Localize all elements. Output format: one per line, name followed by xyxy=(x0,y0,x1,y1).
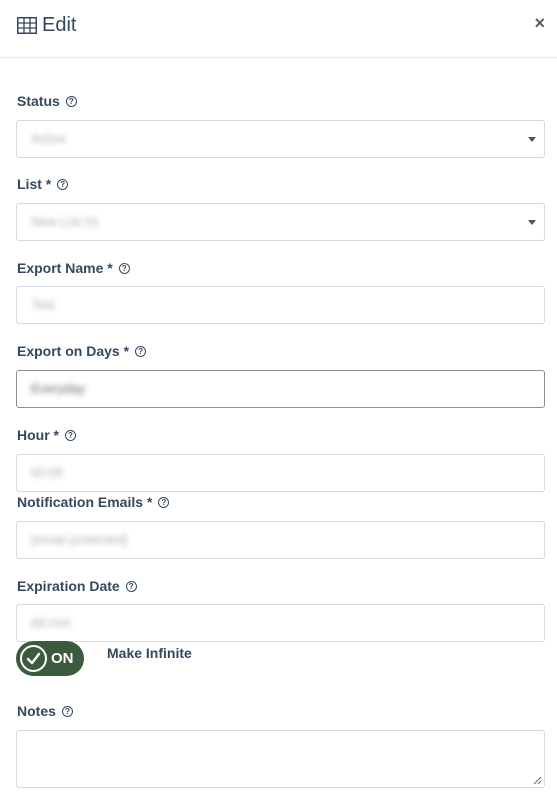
export-name-input[interactable]: Test xyxy=(16,286,545,324)
hour-input[interactable]: 00:00 xyxy=(16,454,545,492)
table-icon xyxy=(17,17,37,34)
export-days-value: Everyday xyxy=(31,381,86,396)
export-name-label: Export Name * ? xyxy=(17,260,130,276)
expiration-date-label-text: Expiration Date xyxy=(17,578,120,594)
expiration-date-input[interactable]: dd.mm xyxy=(16,604,545,642)
make-infinite-label: Make Infinite xyxy=(107,645,192,661)
help-icon[interactable]: ? xyxy=(65,95,77,107)
notification-emails-label: Notification Emails * ? xyxy=(17,494,170,510)
help-icon[interactable]: ? xyxy=(158,496,170,508)
help-icon[interactable]: ? xyxy=(61,705,73,717)
notification-emails-input[interactable]: [email protected] xyxy=(16,521,545,559)
modal-title: Edit xyxy=(42,14,77,36)
hour-label: Hour * ? xyxy=(17,427,76,443)
notification-emails-value: [email protected] xyxy=(31,532,128,547)
list-select-value: New List 01 xyxy=(31,214,99,229)
hour-value: 00:00 xyxy=(31,465,64,480)
status-label-text: Status xyxy=(17,93,60,109)
list-label-text: List * xyxy=(17,176,52,192)
check-icon xyxy=(20,645,47,672)
list-select[interactable]: New List 01 xyxy=(16,203,545,241)
expiration-date-label: Expiration Date ? xyxy=(17,578,137,594)
chevron-down-icon xyxy=(528,220,536,225)
notes-label-text: Notes xyxy=(17,703,56,719)
list-label: List * ? xyxy=(17,176,69,192)
export-days-label: Export on Days * ? xyxy=(17,343,147,359)
export-name-label-text: Export Name * xyxy=(17,260,113,276)
help-icon[interactable]: ? xyxy=(57,178,69,190)
export-name-value: Test xyxy=(31,297,55,312)
status-label: Status ? xyxy=(17,93,77,109)
expiration-date-value: dd.mm xyxy=(31,615,71,630)
help-icon[interactable]: ? xyxy=(125,580,137,592)
notes-textarea[interactable] xyxy=(16,730,545,788)
status-select[interactable]: Active xyxy=(16,120,545,158)
export-days-select[interactable]: Everyday xyxy=(16,370,545,408)
export-days-label-text: Export on Days * xyxy=(17,343,130,359)
help-icon[interactable]: ? xyxy=(118,262,130,274)
notification-emails-label-text: Notification Emails * xyxy=(17,494,153,510)
resize-handle-icon[interactable] xyxy=(533,776,542,785)
help-icon[interactable]: ? xyxy=(65,429,76,441)
chevron-down-icon xyxy=(528,137,536,142)
status-select-value: Active xyxy=(31,131,67,146)
make-infinite-toggle[interactable]: ON xyxy=(16,641,84,676)
modal-header: Edit × xyxy=(0,0,557,58)
help-icon[interactable]: ? xyxy=(135,345,147,357)
hour-label-text: Hour * xyxy=(17,427,59,443)
notes-label: Notes ? xyxy=(17,703,73,719)
toggle-state-label: ON xyxy=(51,650,74,667)
close-button[interactable]: × xyxy=(534,13,545,33)
